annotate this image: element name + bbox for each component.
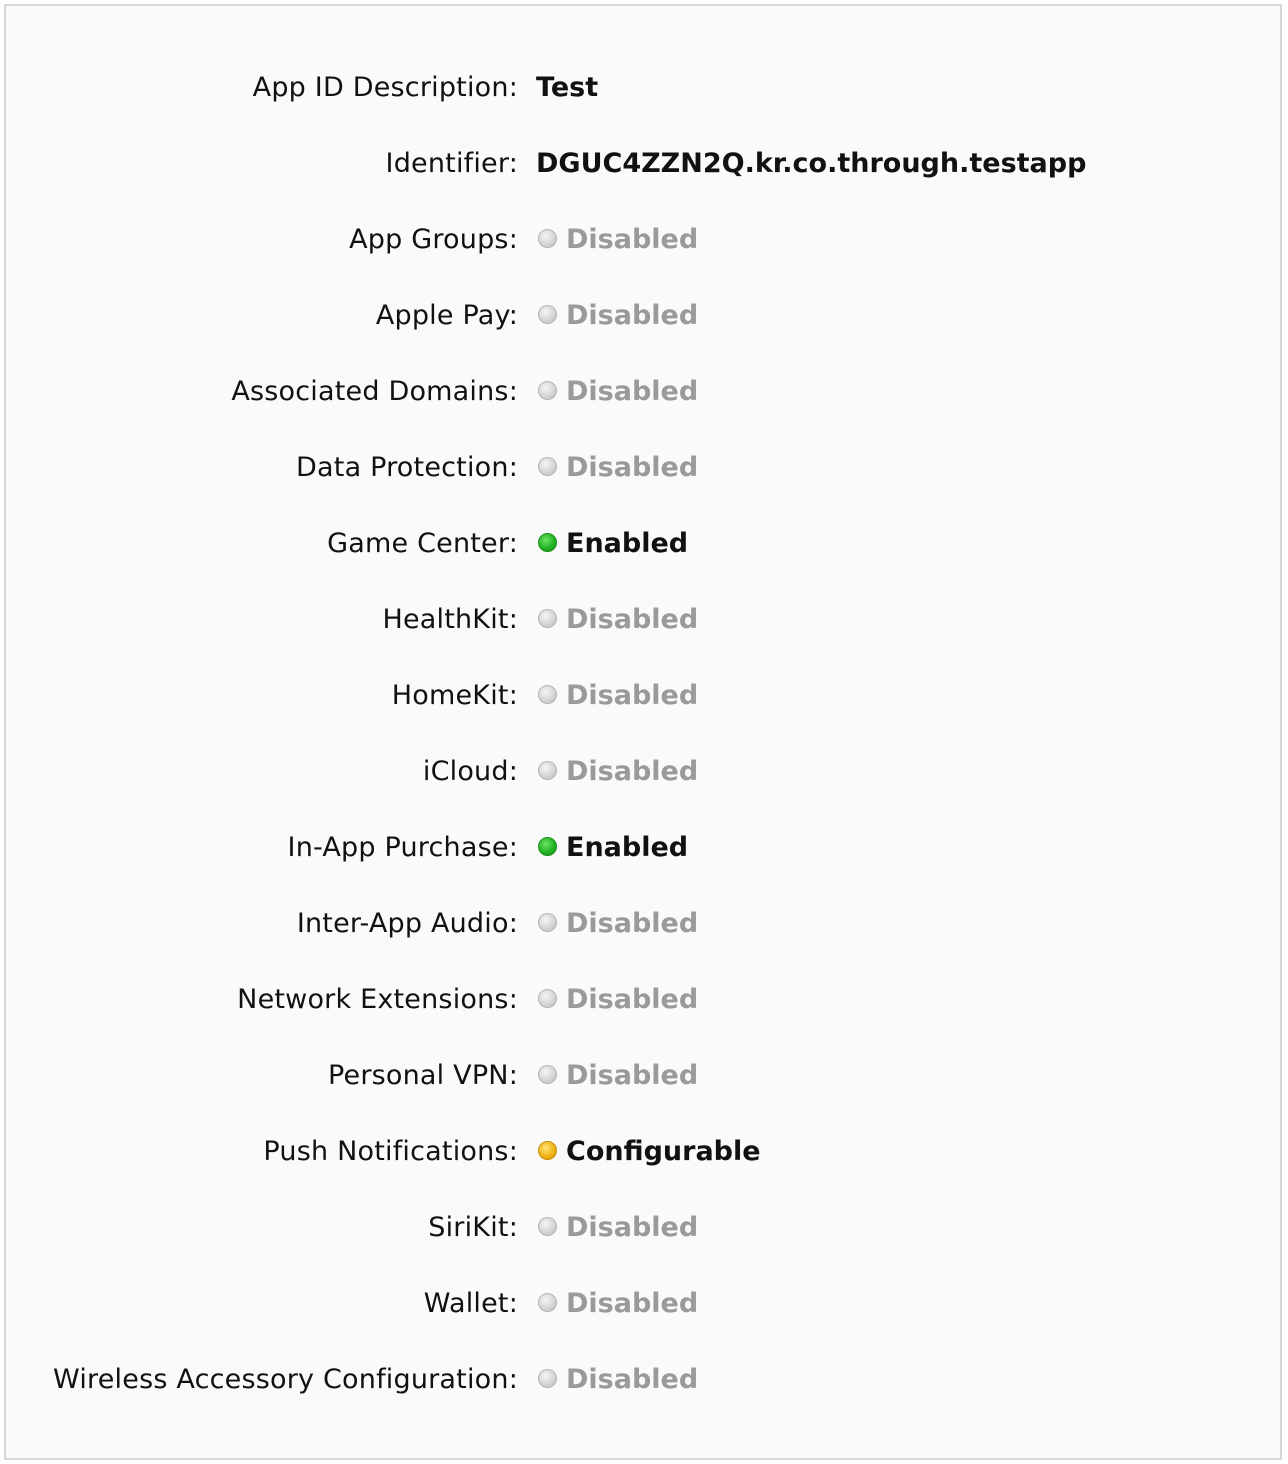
service-status-text: Disabled (566, 1364, 699, 1395)
service-label: SiriKit: (428, 1212, 518, 1243)
gray-status-dot-icon (538, 1064, 557, 1084)
service-status-text: Configurable (566, 1136, 761, 1167)
gray-status-dot-icon (538, 684, 557, 704)
service-status: Configurable (538, 1132, 761, 1172)
service-status-text: Enabled (566, 528, 689, 559)
service-status: Disabled (538, 752, 698, 792)
service-row: iCloud: Disabled (6, 752, 1280, 792)
yellow-status-dot-icon (538, 1140, 557, 1160)
identifier-label: Identifier: (385, 148, 518, 179)
gray-status-dot-icon (538, 228, 557, 248)
service-label: Network Extensions: (237, 984, 518, 1015)
service-row: HealthKit: Disabled (6, 600, 1280, 640)
service-label: In-App Purchase: (287, 832, 518, 863)
service-label: Personal VPN: (327, 1060, 518, 1091)
service-label: Wireless Accessory Configuration: (53, 1364, 518, 1395)
gray-status-dot-icon (538, 1216, 557, 1236)
app-id-details-panel: App ID Description: Test Identifier: DGU… (4, 4, 1282, 1460)
service-status-text: Disabled (566, 452, 699, 483)
service-status-text: Disabled (566, 224, 699, 255)
service-status-text: Disabled (566, 1212, 699, 1243)
gray-status-dot-icon (538, 760, 557, 780)
gray-status-dot-icon (538, 304, 557, 324)
service-label: Data Protection: (296, 452, 518, 483)
service-row: Push Notifications: Configurable (6, 1132, 1280, 1172)
service-row: Associated Domains: Disabled (6, 372, 1280, 412)
service-status-text: Disabled (566, 756, 699, 787)
service-status: Enabled (538, 828, 688, 868)
gray-status-dot-icon (538, 608, 557, 628)
service-status: Disabled (538, 676, 698, 716)
service-status-text: Disabled (566, 604, 699, 635)
service-status-text: Disabled (566, 680, 699, 711)
service-row: Data Protection: Disabled (6, 448, 1280, 488)
gray-status-dot-icon (538, 1368, 557, 1388)
service-row: Game Center: Enabled (6, 524, 1280, 564)
gray-status-dot-icon (538, 988, 557, 1008)
identifier-row: Identifier: DGUC4ZZN2Q.kr.co.through.tes… (6, 144, 1280, 184)
service-row: App Groups: Disabled (6, 220, 1280, 260)
service-row: HomeKit: Disabled (6, 676, 1280, 716)
service-label: Apple Pay: (375, 300, 518, 331)
service-label: Associated Domains: (231, 376, 518, 407)
identifier-value: DGUC4ZZN2Q.kr.co.through.testapp (536, 148, 1087, 179)
service-status: Disabled (538, 904, 698, 944)
service-row: SiriKit: Disabled (6, 1208, 1280, 1248)
service-row: Wireless Accessory Configuration: Disable… (6, 1360, 1280, 1400)
service-status-text: Enabled (566, 832, 689, 863)
service-row: In-App Purchase: Enabled (6, 828, 1280, 868)
service-row: Wallet: Disabled (6, 1284, 1280, 1324)
service-status: Disabled (538, 372, 698, 412)
service-status-text: Disabled (566, 984, 699, 1015)
service-status-text: Disabled (566, 300, 699, 331)
green-status-dot-icon (538, 836, 557, 856)
service-row: Network Extensions: Disabled (6, 980, 1280, 1020)
service-status: Disabled (538, 296, 698, 336)
app-id-description-value: Test (536, 72, 599, 103)
gray-status-dot-icon (538, 380, 557, 400)
service-row: Apple Pay: Disabled (6, 296, 1280, 336)
service-status: Disabled (538, 1284, 698, 1324)
service-label: HomeKit: (391, 680, 518, 711)
service-label: Inter-App Audio: (296, 908, 518, 939)
service-label: Wallet: (423, 1288, 518, 1319)
gray-status-dot-icon (538, 456, 557, 476)
service-status: Enabled (538, 524, 688, 564)
service-label: Push Notifications: (263, 1136, 518, 1167)
service-status: Disabled (538, 1056, 698, 1096)
service-row: Personal VPN: Disabled (6, 1056, 1280, 1096)
service-status-text: Disabled (566, 1288, 699, 1319)
service-label: App Groups: (349, 224, 518, 255)
green-status-dot-icon (538, 532, 557, 552)
app-id-description-label: App ID Description: (252, 72, 518, 103)
service-label: iCloud: (422, 756, 518, 787)
service-status: Disabled (538, 448, 698, 488)
service-row: Inter-App Audio: Disabled (6, 904, 1280, 944)
gray-status-dot-icon (538, 912, 557, 932)
service-label: HealthKit: (382, 604, 518, 635)
service-status: Disabled (538, 600, 698, 640)
gray-status-dot-icon (538, 1292, 557, 1312)
app-id-description-row: App ID Description: Test (6, 68, 1280, 108)
service-status-text: Disabled (566, 1060, 699, 1091)
service-status: Disabled (538, 1360, 698, 1400)
service-status: Disabled (538, 980, 698, 1020)
service-status: Disabled (538, 1208, 698, 1248)
service-status-text: Disabled (566, 376, 699, 407)
service-label: Game Center: (327, 528, 518, 559)
service-status: Disabled (538, 220, 698, 260)
service-status-text: Disabled (566, 908, 699, 939)
